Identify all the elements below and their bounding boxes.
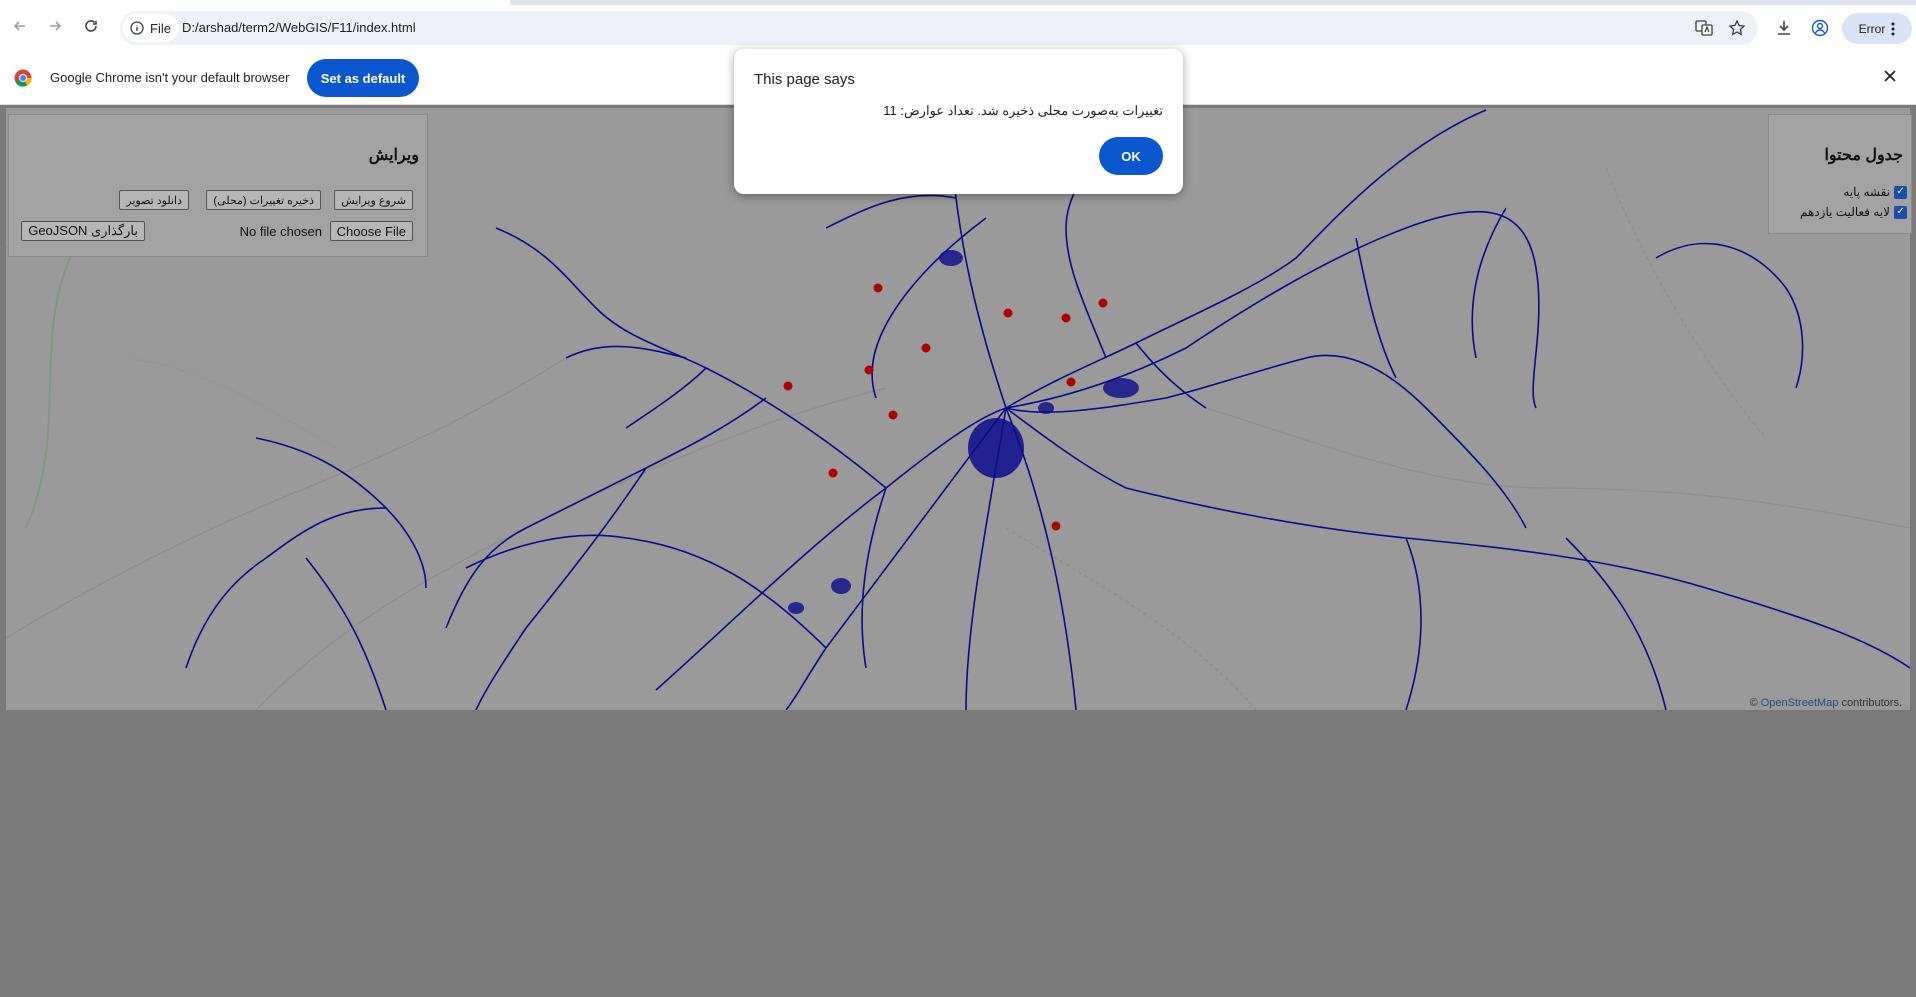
- attribution-link[interactable]: OpenStreetMap: [1761, 697, 1839, 709]
- translate-icon: [1695, 20, 1713, 36]
- activity-points-layer: [783, 283, 1108, 531]
- infobar-message: Google Chrome isn't your default browser: [50, 70, 290, 85]
- toc-title: جدول محتوا: [1824, 147, 1903, 164]
- kebab-menu-icon: [1891, 22, 1895, 35]
- arrow-right-icon: [50, 21, 62, 31]
- infobar-close-button[interactable]: [1880, 66, 1900, 86]
- account-icon: [1811, 19, 1829, 37]
- active-tab[interactable]: [0, 0, 510, 5]
- reload-icon: [85, 20, 97, 32]
- toc-layer-basemap[interactable]: ✓ نقشه پایه: [1843, 185, 1907, 199]
- start-edit-button[interactable]: شروع ویرایش: [334, 190, 413, 210]
- load-geojson-button[interactable]: بارگذاری GeoJSON: [21, 221, 145, 241]
- table-of-contents-panel: جدول محتوا ✓ نقشه پایه ✓ لایه فعالیت یاز…: [1768, 114, 1912, 234]
- arrow-left-icon: [13, 21, 25, 31]
- activity-layer-checkbox[interactable]: ✓: [1894, 205, 1907, 219]
- chrome-logo-icon: [14, 69, 32, 87]
- toc-layer-activity[interactable]: ✓ لایه فعالیت یازدهم: [1800, 205, 1907, 219]
- download-image-button[interactable]: دانلود تصویر: [119, 190, 189, 210]
- urban-cluster: [788, 250, 1139, 614]
- save-local-button[interactable]: ذخیره تغییرات (محلی): [206, 190, 321, 210]
- attribution-suffix: contributors.: [1841, 697, 1902, 709]
- toc-layer-label: لایه فعالیت یازدهم: [1800, 205, 1890, 219]
- info-icon: [130, 21, 144, 35]
- bookmark-button[interactable]: [1725, 16, 1749, 40]
- close-icon: [1884, 70, 1896, 82]
- profile-error-pill[interactable]: Error: [1842, 13, 1912, 44]
- download-icon: [1778, 21, 1790, 35]
- star-icon: [1728, 19, 1746, 36]
- site-info-chip[interactable]: File: [122, 14, 179, 42]
- forward-button[interactable]: [43, 14, 67, 38]
- alert-dialog: This page says تغییرات به‌صورت محلی ذخیر…: [734, 49, 1183, 194]
- site-chip-label: File: [150, 20, 171, 36]
- page-background: [0, 710, 1916, 997]
- dialog-ok-button[interactable]: OK: [1099, 137, 1163, 175]
- downloads-button[interactable]: [1772, 16, 1796, 40]
- attribution-copyright: ©: [1749, 697, 1758, 709]
- browser-toolbar: File D:/arshad/term2/WebGIS/F11/index.ht…: [0, 0, 1916, 52]
- basemap-checkbox[interactable]: ✓: [1894, 185, 1907, 199]
- profile-button[interactable]: [1808, 16, 1832, 40]
- translate-button[interactable]: [1692, 16, 1716, 40]
- dialog-title: This page says: [754, 71, 855, 88]
- url-text[interactable]: D:/arshad/term2/WebGIS/F11/index.html: [182, 20, 416, 35]
- choose-file-button[interactable]: Choose File: [329, 221, 413, 241]
- dialog-message: تغییرات به‌صورت محلی ذخیره شد. تعداد عوا…: [883, 103, 1163, 118]
- tab-strip: [0, 0, 1916, 5]
- map-attribution: © OpenStreetMap contributors.: [1750, 697, 1902, 709]
- set-default-button[interactable]: Set as default: [307, 59, 419, 97]
- toc-layer-label: نقشه پایه: [1843, 185, 1890, 199]
- no-file-text: No file chosen: [239, 224, 322, 239]
- reload-button[interactable]: [79, 14, 103, 38]
- edit-panel-title: ویرایش: [368, 147, 419, 164]
- back-button[interactable]: [8, 14, 32, 38]
- profile-error-label: Error: [1858, 21, 1886, 36]
- edit-panel: ویرایش شروع ویرایش ذخیره تغییرات (محلی) …: [8, 114, 428, 257]
